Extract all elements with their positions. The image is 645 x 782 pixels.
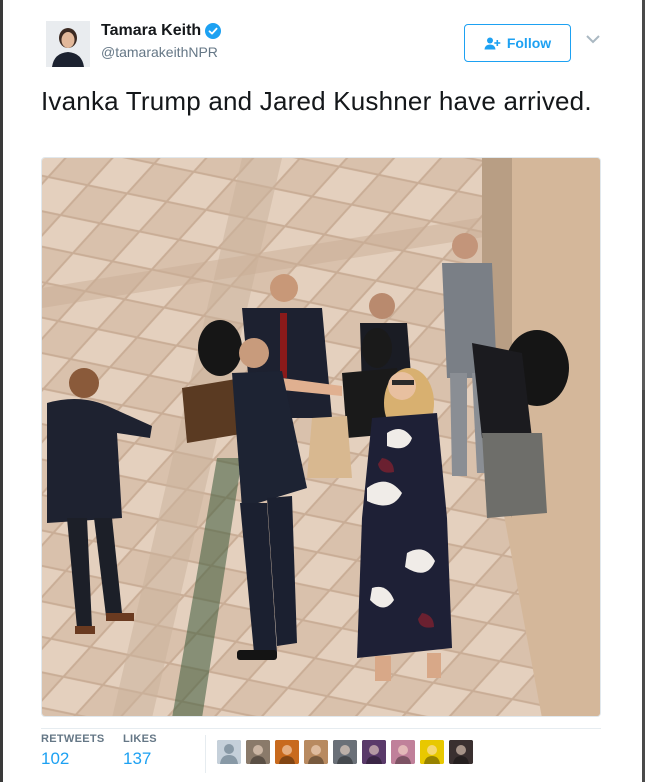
liker-photo <box>391 740 415 764</box>
liker-avatar[interactable] <box>449 740 473 764</box>
author-handle[interactable]: @tamarakeithNPR <box>101 44 218 60</box>
author-avatar[interactable] <box>46 21 90 67</box>
author-name[interactable]: Tamara Keith <box>101 22 201 40</box>
liker-avatars <box>217 740 478 764</box>
liker-avatar[interactable] <box>391 740 415 764</box>
retweets-count: 102 <box>41 749 70 768</box>
tweet-text: Ivanka Trump and Jared Kushner have arri… <box>41 86 592 116</box>
stats-divider <box>41 728 601 729</box>
add-user-icon <box>484 37 501 49</box>
liker-avatar[interactable] <box>217 740 241 764</box>
default-avatar-icon <box>217 740 241 764</box>
retweets-label: RETWEETS <box>41 733 105 745</box>
photo-scene <box>42 158 600 716</box>
window-edge-left <box>0 0 3 782</box>
liker-photo <box>275 740 299 764</box>
retweets-stat[interactable]: RETWEETS 102 <box>41 733 105 769</box>
liker-photo <box>362 740 386 764</box>
verified-badge-icon <box>205 23 222 39</box>
likes-count: 137 <box>123 749 152 768</box>
liker-avatar[interactable] <box>304 740 328 764</box>
stats-separator <box>205 735 206 773</box>
likes-label: LIKES <box>123 733 157 745</box>
tweet-photo[interactable] <box>41 157 601 717</box>
liker-photo <box>420 740 444 764</box>
liker-avatar[interactable] <box>362 740 386 764</box>
avatar-portrait <box>46 21 90 67</box>
liker-photo <box>449 740 473 764</box>
liker-photo <box>333 740 357 764</box>
chevron-down-icon[interactable] <box>586 34 600 44</box>
liker-avatar[interactable] <box>275 740 299 764</box>
liker-avatar[interactable] <box>333 740 357 764</box>
follow-button-label: Follow <box>506 35 552 51</box>
liker-avatar[interactable] <box>420 740 444 764</box>
liker-photo <box>246 740 270 764</box>
liker-avatar[interactable] <box>246 740 270 764</box>
likes-stat[interactable]: LIKES 137 <box>123 733 157 769</box>
follow-button[interactable]: Follow <box>464 24 571 62</box>
liker-photo <box>304 740 328 764</box>
